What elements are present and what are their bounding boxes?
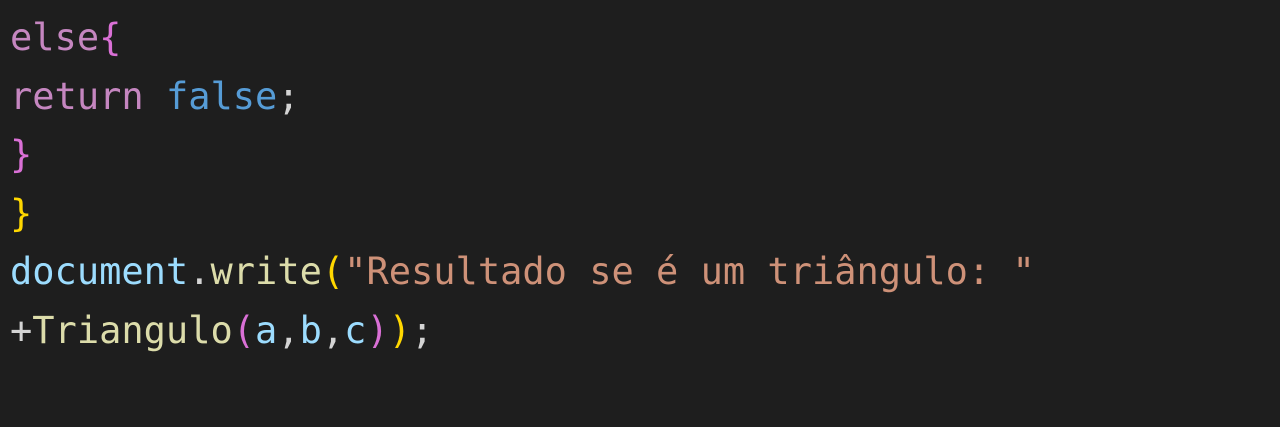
code-token-ident: c xyxy=(344,308,367,352)
code-token-plain: ; xyxy=(277,74,300,118)
code-token-ident: a xyxy=(255,308,278,352)
code-token-string: "Resultado se é um triângulo: " xyxy=(344,250,1035,293)
code-token-func: Triangulo xyxy=(32,308,233,352)
code-token-bracket-gold: } xyxy=(10,191,33,235)
code-line[interactable]: else{ xyxy=(10,9,1280,68)
code-token-bracket-gold: ) xyxy=(388,308,412,352)
code-token-plain: . xyxy=(188,250,211,293)
code-token-ident: document xyxy=(10,250,189,293)
code-editor[interactable]: else{return false;}} document.write("Resu… xyxy=(0,0,1280,427)
code-token-bracket-gold: ( xyxy=(321,250,345,293)
code-token-plain: ; xyxy=(411,308,434,352)
code-token-bracket-pink: } xyxy=(10,133,33,176)
code-token-ident: b xyxy=(299,308,322,352)
code-line[interactable]: +Triangulo(a,b,c)); xyxy=(10,302,1280,361)
code-line[interactable]: return false; xyxy=(10,68,1280,127)
code-token-keyword: else xyxy=(10,16,100,59)
code-token-plain: , xyxy=(277,308,300,352)
code-token-plain: + xyxy=(10,308,33,352)
code-line[interactable]: document.write("Resultado se é um triâng… xyxy=(10,243,1280,302)
code-line[interactable]: } xyxy=(10,185,1280,244)
code-token-func: write xyxy=(210,250,322,293)
code-line[interactable]: } xyxy=(10,126,1280,185)
code-token-bracket-pink: ) xyxy=(366,308,389,352)
code-token-bool: false xyxy=(165,74,278,118)
code-token-bracket-pink: ( xyxy=(232,308,256,352)
code-token-keyword: return xyxy=(10,74,144,118)
code-token-bracket-pink: { xyxy=(99,16,122,59)
code-token-plain: , xyxy=(321,308,345,352)
